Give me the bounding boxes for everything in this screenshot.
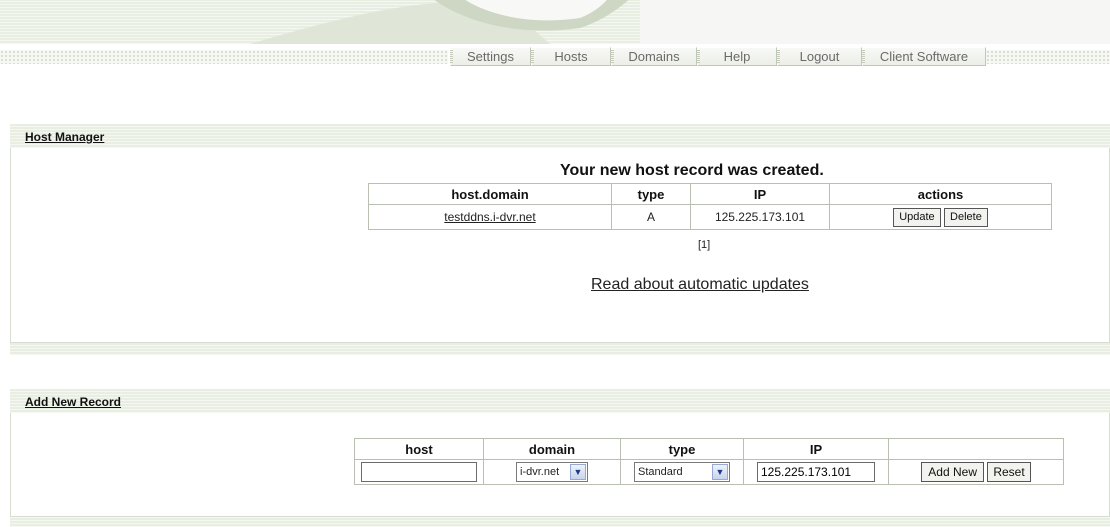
actions-cell: Update Delete (829, 204, 1052, 230)
col-type: type (611, 183, 691, 205)
host-domain-link[interactable]: testddns.i-dvr.net (444, 210, 535, 224)
banner-right-panel (640, 0, 1110, 44)
delete-button[interactable]: Delete (944, 207, 988, 227)
update-button[interactable]: Update (893, 207, 941, 227)
chevron-down-icon[interactable]: ▼ (712, 464, 728, 480)
host-manager-footer-band (10, 343, 1110, 355)
nav-domains[interactable]: Domains (611, 47, 697, 66)
nav-filler-right (986, 50, 1110, 64)
col-ip: IP (743, 438, 889, 460)
nav-hosts[interactable]: Hosts (531, 47, 611, 66)
header-banner (0, 0, 1110, 44)
type-cell: A (611, 204, 691, 230)
add-record-input-row: i-dvr.net ▼ Standard ▼ Add New Reset (354, 459, 1064, 485)
ip-cell: 125.225.173.101 (690, 204, 830, 230)
banner-swirl-graphic (250, 0, 629, 44)
hosts-table: host.domain type IP actions testddns.i-d… (368, 183, 1052, 230)
pagination[interactable]: [1] (698, 239, 710, 251)
auto-updates-link[interactable]: Read about automatic updates (591, 276, 809, 294)
host-input[interactable] (361, 462, 477, 482)
host-manager-title[interactable]: Host Manager (25, 130, 104, 144)
status-message: Your new host record was created. (560, 162, 824, 179)
col-ip: IP (690, 183, 830, 205)
nav-filler-left (0, 50, 448, 64)
col-type: type (620, 438, 744, 460)
add-record-header: Add New Record (10, 389, 1110, 413)
col-actions: actions (829, 183, 1052, 205)
col-host-domain: host.domain (368, 183, 612, 205)
host-domain-cell: testddns.i-dvr.net (368, 204, 612, 230)
nav-client-software[interactable]: Client Software (862, 47, 986, 66)
col-host: host (354, 438, 484, 460)
domain-select[interactable]: i-dvr.net ▼ (516, 462, 588, 482)
chevron-down-icon[interactable]: ▼ (570, 464, 586, 480)
nav-settings[interactable]: Settings (450, 47, 531, 66)
hosts-table-header: host.domain type IP actions (368, 183, 1052, 205)
type-selected-value: Standard (638, 466, 683, 478)
domain-selected-value: i-dvr.net (520, 466, 560, 478)
add-record-title[interactable]: Add New Record (25, 395, 121, 409)
reset-button[interactable]: Reset (987, 462, 1031, 482)
col-actions (888, 438, 1064, 460)
main-nav: Settings Hosts Domains Help Logout Clien… (0, 47, 1110, 68)
add-new-button[interactable]: Add New (921, 462, 984, 482)
nav-help[interactable]: Help (697, 47, 777, 66)
ip-input[interactable] (757, 462, 875, 482)
table-row: testddns.i-dvr.net A 125.225.173.101 Upd… (368, 204, 1052, 230)
nav-logout[interactable]: Logout (777, 47, 862, 66)
col-domain: domain (483, 438, 621, 460)
add-record-table: host domain type IP i-dvr.net ▼ Standard… (354, 438, 1064, 485)
add-record-footer-band (10, 517, 1110, 527)
host-manager-header: Host Manager (10, 124, 1110, 148)
add-record-header-row: host domain type IP (354, 438, 1064, 460)
type-select[interactable]: Standard ▼ (634, 462, 730, 482)
